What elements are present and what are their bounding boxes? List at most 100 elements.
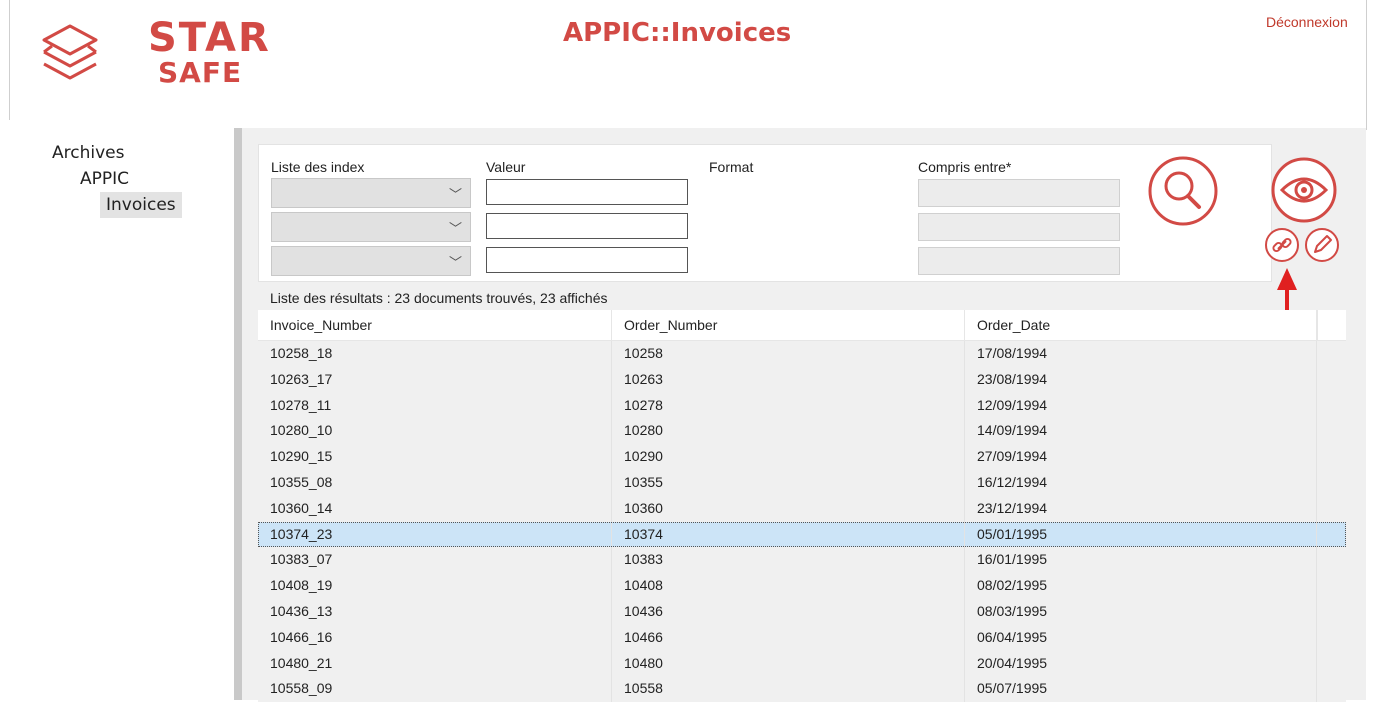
table-row[interactable]: 10355_08 10355 16/12/1994: [258, 469, 1346, 496]
chevron-down-icon: ﹀: [448, 255, 462, 270]
table-row[interactable]: 10263_17 10263 23/08/1994: [258, 366, 1346, 393]
table-cell: 10280: [612, 418, 965, 445]
table-row[interactable]: 10466_16 10466 06/04/1995: [258, 624, 1346, 651]
table-cell: 05/07/1995: [965, 676, 1317, 702]
table-cell: 10278: [612, 392, 965, 419]
column-header-order-number[interactable]: Order_Number: [612, 310, 965, 340]
brand-safe: SAFE: [158, 56, 243, 89]
table-row[interactable]: 10374_23 10374 05/01/1995: [258, 521, 1346, 548]
table-cell: 10290: [612, 444, 965, 470]
value-input-1[interactable]: [486, 179, 688, 205]
brand-star: STAR: [148, 15, 271, 61]
table-cell: 10466: [612, 624, 965, 651]
table-cell: 10258_18: [258, 341, 612, 367]
column-header-invoice-number[interactable]: Invoice_Number: [258, 310, 612, 340]
table-row[interactable]: 10480_21 10480 20/04/1995: [258, 650, 1346, 677]
table-cell-spacer: [1317, 444, 1346, 470]
value-label: Valeur: [486, 159, 526, 175]
tree-item-appic[interactable]: APPIC: [52, 166, 182, 192]
table-cell: 16/01/1995: [965, 547, 1317, 574]
table-row[interactable]: 10258_18 10258 17/08/1994: [258, 341, 1346, 367]
table-cell: 12/09/1994: [965, 392, 1317, 419]
table-cell-spacer: [1317, 547, 1346, 573]
table-cell: 10436: [612, 598, 965, 625]
link-icon[interactable]: [1264, 227, 1300, 263]
table-cell: 20/04/1995: [965, 650, 1317, 677]
index-select-1[interactable]: ﹀: [271, 178, 471, 208]
table-cell: 10258: [612, 341, 965, 367]
table-cell: 23/08/1994: [965, 366, 1317, 393]
table-cell-spacer: [1317, 393, 1346, 419]
table-cell: 16/12/1994: [965, 469, 1317, 496]
value-input-3[interactable]: [486, 247, 688, 273]
table-cell: 10355_08: [258, 469, 612, 496]
page-title: APPIC::Invoices: [563, 18, 792, 48]
table-cell: 10383_07: [258, 547, 612, 574]
table-cell: 14/09/1994: [965, 418, 1317, 445]
table-cell: 10408_19: [258, 573, 612, 599]
logout-link[interactable]: Déconnexion: [1266, 14, 1348, 30]
logo: STAR SAFE: [40, 15, 310, 89]
table-cell: 10360_14: [258, 495, 612, 522]
table-cell: 10355: [612, 469, 965, 496]
view-eye-icon[interactable]: [1270, 156, 1338, 224]
table-cell: 08/03/1995: [965, 598, 1317, 625]
table-cell-spacer: [1317, 470, 1346, 496]
table-cell: 06/04/1995: [965, 624, 1317, 651]
table-cell: 10558_09: [258, 676, 612, 702]
table-cell: 10263: [612, 366, 965, 393]
tree-item-archives[interactable]: Archives: [52, 140, 182, 166]
table-cell-spacer: [1317, 367, 1346, 393]
index-select-2[interactable]: ﹀: [271, 212, 471, 242]
results-table: Invoice_Number Order_Number Order_Date 1…: [258, 310, 1346, 702]
table-cell: 23/12/1994: [965, 495, 1317, 522]
table-row[interactable]: 10290_15 10290 27/09/1994: [258, 444, 1346, 470]
splitter[interactable]: [234, 128, 242, 700]
table-cell-spacer: [1317, 418, 1346, 444]
table-cell: 27/09/1994: [965, 444, 1317, 470]
table-cell: 10263_17: [258, 366, 612, 393]
table-cell-spacer: [1317, 676, 1346, 702]
table-cell-spacer: [1317, 651, 1346, 677]
table-cell: 10290_15: [258, 444, 612, 470]
table-cell: 10408: [612, 573, 965, 599]
table-cell-spacer: [1317, 496, 1346, 522]
table-header: Invoice_Number Order_Number Order_Date: [258, 310, 1346, 341]
range-field-3[interactable]: [918, 247, 1120, 275]
column-header-order-date[interactable]: Order_Date: [965, 310, 1317, 340]
table-row[interactable]: 10383_07 10383 16/01/1995: [258, 547, 1346, 574]
table-row[interactable]: 10360_14 10360 23/12/1994: [258, 495, 1346, 522]
table-row[interactable]: 10408_19 10408 08/02/1995: [258, 573, 1346, 599]
search-form: Liste des index Valeur Format Compris en…: [258, 144, 1272, 282]
tree-item-invoices[interactable]: Invoices: [100, 192, 182, 218]
table-cell-spacer: [1317, 341, 1346, 367]
table-row[interactable]: 10558_09 10558 05/07/1995: [258, 676, 1346, 702]
range-field-1[interactable]: [918, 179, 1120, 207]
archive-tree: Archives APPIC Invoices: [52, 140, 182, 218]
table-cell-spacer: [1317, 522, 1346, 548]
pencil-icon[interactable]: [1304, 227, 1340, 263]
table-cell: 10436_13: [258, 598, 612, 625]
table-row[interactable]: 10280_10 10280 14/09/1994: [258, 418, 1346, 445]
table-cell: 10480_21: [258, 650, 612, 677]
table-cell: 10280_10: [258, 418, 612, 445]
table-row[interactable]: 10278_11 10278 12/09/1994: [258, 392, 1346, 419]
search-icon[interactable]: [1147, 155, 1219, 227]
index-list-label: Liste des index: [271, 159, 365, 175]
table-cell: 10360: [612, 495, 965, 522]
value-input-2[interactable]: [486, 213, 688, 239]
chevron-down-icon: ﹀: [448, 221, 462, 236]
stacked-layers-icon: [42, 24, 98, 80]
window-edge-left: [9, 0, 10, 120]
table-cell: 08/02/1995: [965, 573, 1317, 599]
table-cell: 10374_23: [258, 521, 612, 548]
range-field-2[interactable]: [918, 213, 1120, 241]
table-row[interactable]: 10436_13 10436 08/03/1995: [258, 598, 1346, 625]
results-caption: Liste des résultats : 23 documents trouv…: [270, 290, 608, 306]
column-header-spacer: [1317, 310, 1346, 340]
index-select-3[interactable]: ﹀: [271, 246, 471, 276]
main-panel: Liste des index Valeur Format Compris en…: [242, 128, 1366, 702]
table-cell-spacer: [1317, 625, 1346, 651]
table-cell: 17/08/1994: [965, 341, 1317, 367]
format-label: Format: [709, 159, 754, 175]
